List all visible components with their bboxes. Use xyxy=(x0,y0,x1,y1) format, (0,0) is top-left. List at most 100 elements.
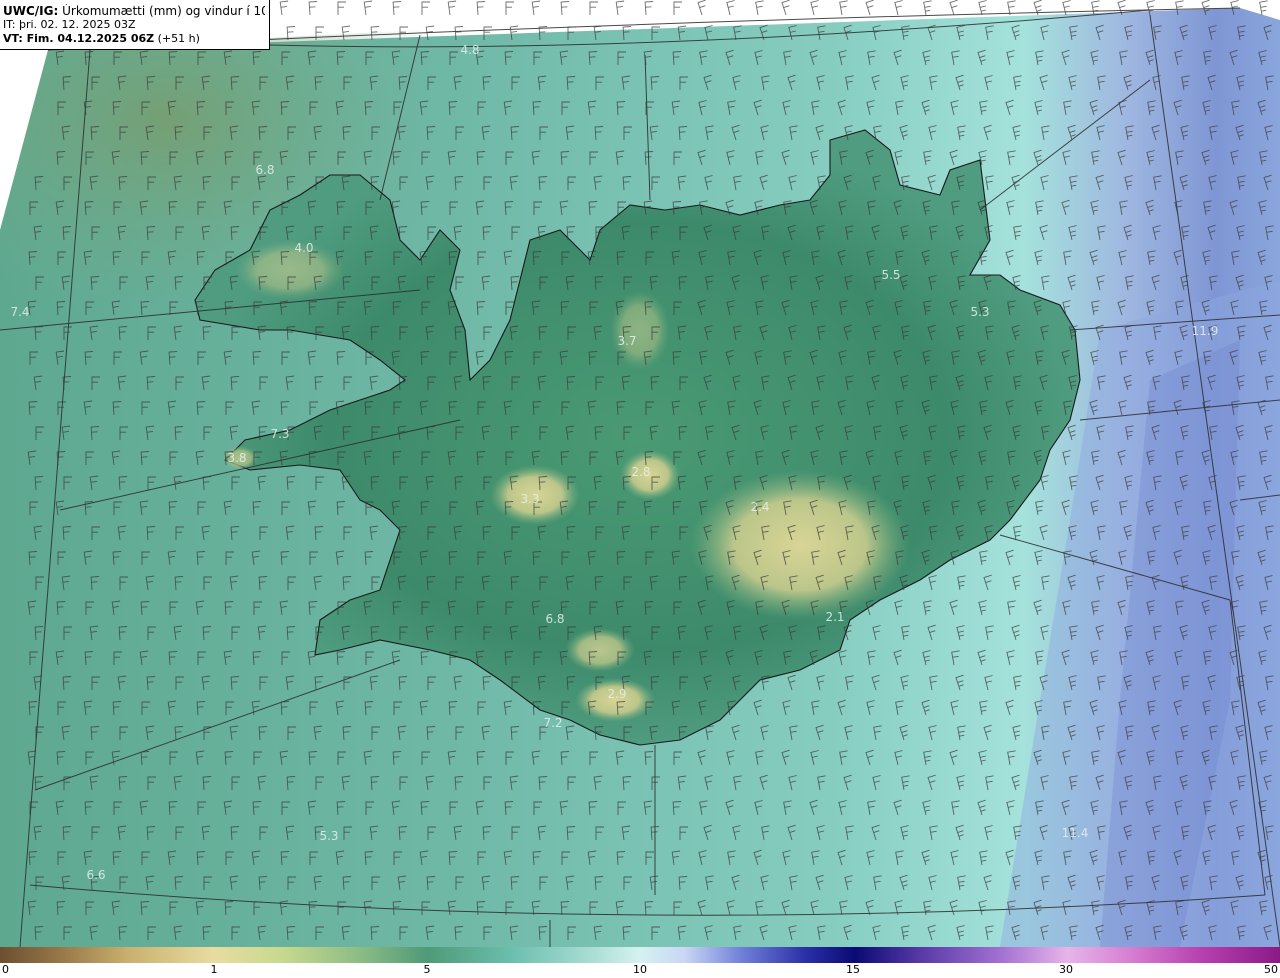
wind-barb-icon xyxy=(1147,850,1156,866)
wind-barb-icon xyxy=(83,100,93,116)
wind-barb-icon xyxy=(651,176,660,190)
wind-barb-icon xyxy=(872,775,881,791)
wind-barb-icon xyxy=(673,301,682,315)
wind-barb-icon xyxy=(871,524,880,541)
wind-barb-icon xyxy=(845,825,854,841)
wind-barb-icon xyxy=(1090,200,1099,216)
wind-barb-icon xyxy=(1147,100,1156,116)
wind-barb-icon xyxy=(705,125,714,141)
wind-barb-icon xyxy=(978,600,987,616)
wind-barb-icon xyxy=(343,226,352,240)
wind-barb-icon xyxy=(1091,450,1100,466)
wind-barb-icon xyxy=(1258,800,1267,816)
wind-barb-icon xyxy=(727,550,736,566)
wind-barb-icon xyxy=(475,650,485,666)
wind-barb-icon xyxy=(335,700,345,716)
wind-barb-icon xyxy=(195,600,205,616)
wind-barb-icon xyxy=(1063,550,1072,566)
init-time: IT: þri. 02. 12. 2025 03Z xyxy=(3,18,136,31)
wind-barb-icon xyxy=(90,276,100,291)
wind-barb-icon xyxy=(761,825,770,841)
wind-barb-icon xyxy=(371,276,380,290)
wind-barb-icon xyxy=(616,701,626,716)
wind-barb-icon xyxy=(732,825,741,841)
wind-barb-icon xyxy=(560,751,570,766)
wind-barb-icon xyxy=(453,825,463,841)
wind-barb-icon xyxy=(788,925,797,941)
wind-barb-icon xyxy=(455,726,464,740)
wind-barb-icon xyxy=(309,851,318,865)
wind-barb-icon xyxy=(112,851,122,866)
wind-barb-icon xyxy=(703,374,712,391)
wind-barb-icon xyxy=(56,151,66,166)
wind-barb-icon xyxy=(420,201,430,216)
wind-barb-icon xyxy=(1117,149,1126,166)
wind-barb-icon xyxy=(537,225,547,241)
wind-barb-icon xyxy=(1147,550,1156,566)
wind-barb-icon xyxy=(733,775,742,791)
wind-barb-icon xyxy=(1091,900,1100,916)
wind-barb-icon xyxy=(899,874,908,891)
wind-barb-icon xyxy=(755,300,764,316)
wind-barb-icon xyxy=(726,150,735,166)
wind-barb-icon xyxy=(454,926,464,941)
wind-barb-icon xyxy=(809,499,818,516)
wind-barb-icon xyxy=(616,401,626,416)
wind-barb-icon xyxy=(399,626,408,640)
wind-barb-icon xyxy=(113,651,122,665)
wind-barb-icon xyxy=(1061,349,1070,366)
wind-barb-icon xyxy=(727,850,736,866)
wind-barb-icon xyxy=(201,75,211,91)
wind-barb-icon xyxy=(673,751,682,765)
wind-barb-icon xyxy=(845,675,854,691)
wind-barb-icon xyxy=(111,150,121,166)
wind-barb-icon xyxy=(901,25,910,41)
wind-barb-icon xyxy=(644,1,654,16)
wind-barb-icon xyxy=(956,775,965,791)
wind-barb-icon xyxy=(253,301,262,315)
wind-barb-icon xyxy=(731,124,740,141)
wind-barb-icon xyxy=(34,626,44,641)
wind-barb-icon xyxy=(203,276,212,290)
colorbar: 0 1 5 10 15 30 50 xyxy=(0,947,1280,978)
wind-barb-icon xyxy=(257,925,267,941)
wind-barb-icon xyxy=(397,275,407,291)
wind-barb-icon xyxy=(594,126,604,141)
wind-barb-icon xyxy=(427,526,436,540)
wind-barb-icon xyxy=(922,800,931,816)
precip-value-label: 2.1 xyxy=(825,610,845,624)
wind-barb-icon xyxy=(1229,799,1238,816)
wind-barb-icon xyxy=(755,150,764,166)
wind-barb-icon xyxy=(34,776,44,791)
wind-barb-icon xyxy=(1125,875,1134,891)
wind-barb-icon xyxy=(29,501,38,515)
wind-barb-icon xyxy=(732,225,741,241)
wind-barb-icon xyxy=(29,801,38,815)
wind-barb-icon xyxy=(447,300,457,316)
wind-barb-icon xyxy=(839,300,848,316)
wind-barb-icon xyxy=(27,900,37,916)
wind-barb-icon xyxy=(307,650,317,666)
wind-barb-icon xyxy=(725,799,734,816)
wind-barb-icon xyxy=(1230,0,1239,16)
wind-barb-icon xyxy=(503,850,513,866)
wind-barb-icon xyxy=(454,26,464,41)
wind-barb-icon xyxy=(979,250,988,266)
wind-barb-icon xyxy=(483,476,492,490)
wind-barb-icon xyxy=(760,725,769,741)
wind-barb-icon xyxy=(315,926,324,940)
wind-barb-icon xyxy=(672,351,682,366)
wind-barb-icon xyxy=(760,275,769,291)
wind-barb-icon xyxy=(725,199,734,216)
wind-barb-icon xyxy=(837,399,846,416)
wind-barb-icon xyxy=(83,400,93,416)
wind-barb-icon xyxy=(617,351,626,365)
wind-barb-icon xyxy=(922,500,931,516)
wind-barb-icon xyxy=(1069,775,1078,791)
wind-barb-icon xyxy=(145,275,155,291)
wind-barb-icon xyxy=(279,300,289,316)
wind-barb-icon xyxy=(733,625,742,641)
wind-barb-icon xyxy=(399,26,408,40)
wind-barb-icon xyxy=(726,0,735,16)
wind-barb-icon xyxy=(787,224,796,241)
